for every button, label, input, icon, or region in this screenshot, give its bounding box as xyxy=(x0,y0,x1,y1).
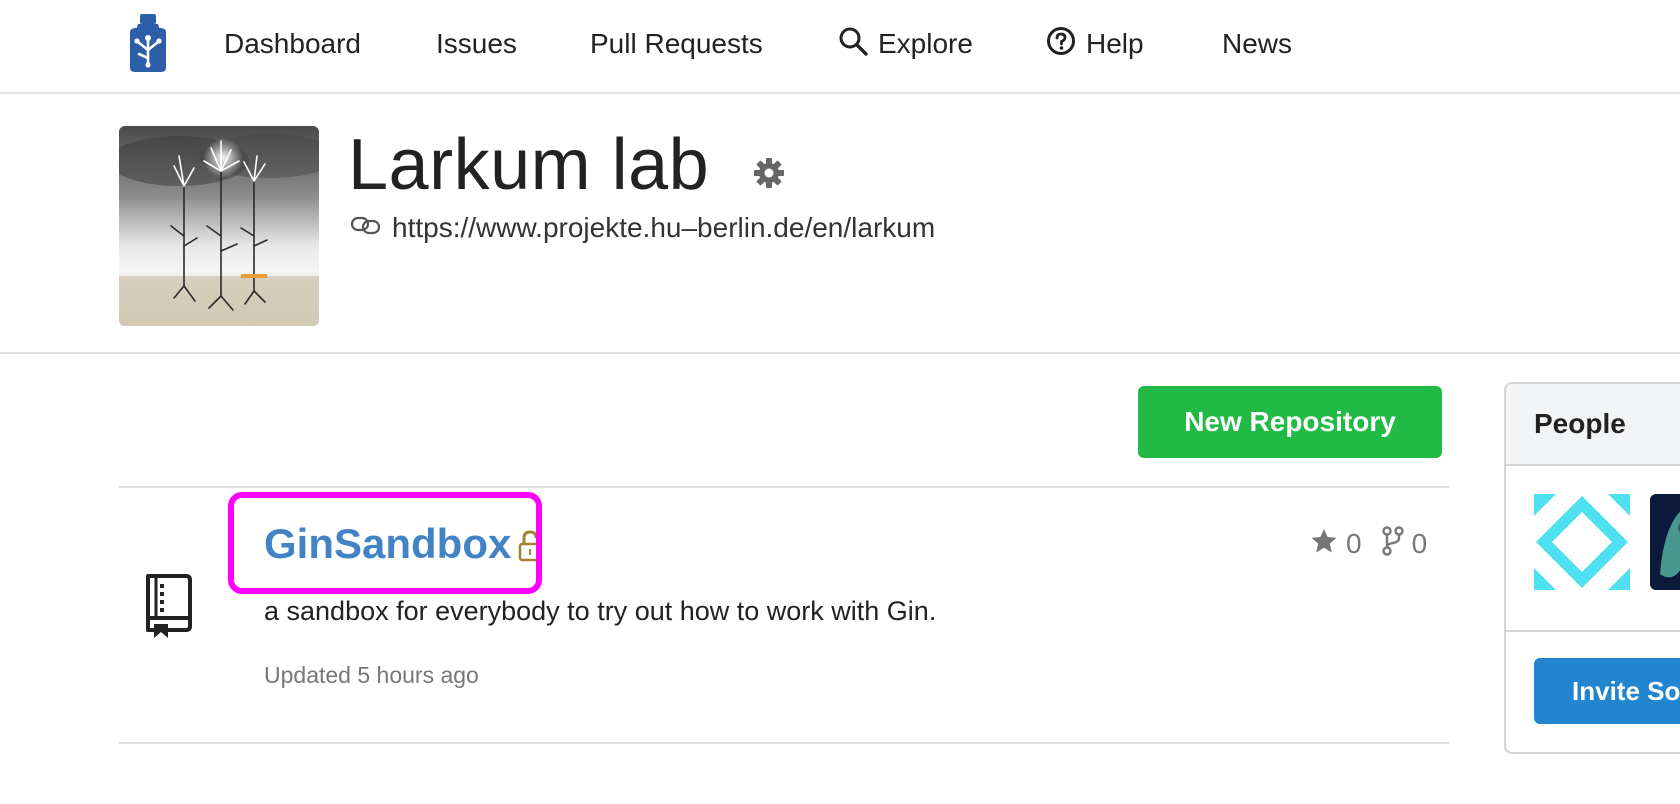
nav-pull-requests-label: Pull Requests xyxy=(590,28,763,59)
people-card-title: People xyxy=(1534,408,1626,439)
new-repository-button[interactable]: New Repository xyxy=(1138,386,1442,458)
repo-description: a sandbox for everybody to try out how t… xyxy=(264,596,937,626)
gin-logo-icon[interactable] xyxy=(124,14,172,72)
question-circle-icon xyxy=(1046,26,1076,63)
nav-news-label: News xyxy=(1222,28,1293,59)
member-avatar-identicon[interactable] xyxy=(1534,494,1630,590)
repo-book-icon xyxy=(142,572,194,638)
list-divider-bottom xyxy=(119,742,1449,744)
fork-icon xyxy=(1381,525,1404,563)
nav-issues-label: Issues xyxy=(436,28,517,59)
invite-someone-button[interactable]: Invite So xyxy=(1534,658,1680,724)
highlight-annotation xyxy=(228,492,542,594)
nav-explore[interactable]: Explore xyxy=(838,24,973,64)
org-header: Larkum lab https://www.projekte.hu–berli… xyxy=(0,96,1680,354)
nav-help-label: Help xyxy=(1086,28,1144,59)
nav-dashboard[interactable]: Dashboard xyxy=(224,24,361,64)
people-card-divider xyxy=(1506,630,1680,632)
star-icon xyxy=(1310,527,1338,562)
nav-help[interactable]: Help xyxy=(1046,24,1144,64)
neurons-avatar-image xyxy=(119,126,319,326)
org-avatar xyxy=(119,126,319,326)
nav-dashboard-label: Dashboard xyxy=(224,28,361,59)
list-divider-top xyxy=(119,486,1449,488)
repo-fork-count: 0 xyxy=(1411,528,1428,559)
search-icon xyxy=(838,26,868,63)
people-card-header: People xyxy=(1506,384,1680,466)
repo-stats: 0 0 xyxy=(1310,525,1447,563)
gear-icon[interactable] xyxy=(752,156,786,190)
nav-news[interactable]: News xyxy=(1222,24,1292,64)
people-card: People Invite So xyxy=(1504,382,1680,754)
repo-updated-time: Updated 5 hours ago xyxy=(264,662,479,688)
top-navbar: Dashboard Issues Pull Requests Explore H… xyxy=(0,0,1680,94)
org-website-url: https://www.projekte.hu–berlin.de/en/lar… xyxy=(392,212,936,243)
org-website[interactable]: https://www.projekte.hu–berlin.de/en/lar… xyxy=(350,208,935,248)
org-title: Larkum lab xyxy=(348,125,710,205)
people-avatars xyxy=(1534,494,1680,590)
member-avatar-photo[interactable] xyxy=(1650,494,1680,590)
nav-explore-label: Explore xyxy=(878,28,973,59)
nav-issues[interactable]: Issues xyxy=(436,24,517,64)
repo-star-count: 0 xyxy=(1346,528,1362,559)
nav-pull-requests[interactable]: Pull Requests xyxy=(590,24,763,64)
link-icon xyxy=(350,212,382,244)
